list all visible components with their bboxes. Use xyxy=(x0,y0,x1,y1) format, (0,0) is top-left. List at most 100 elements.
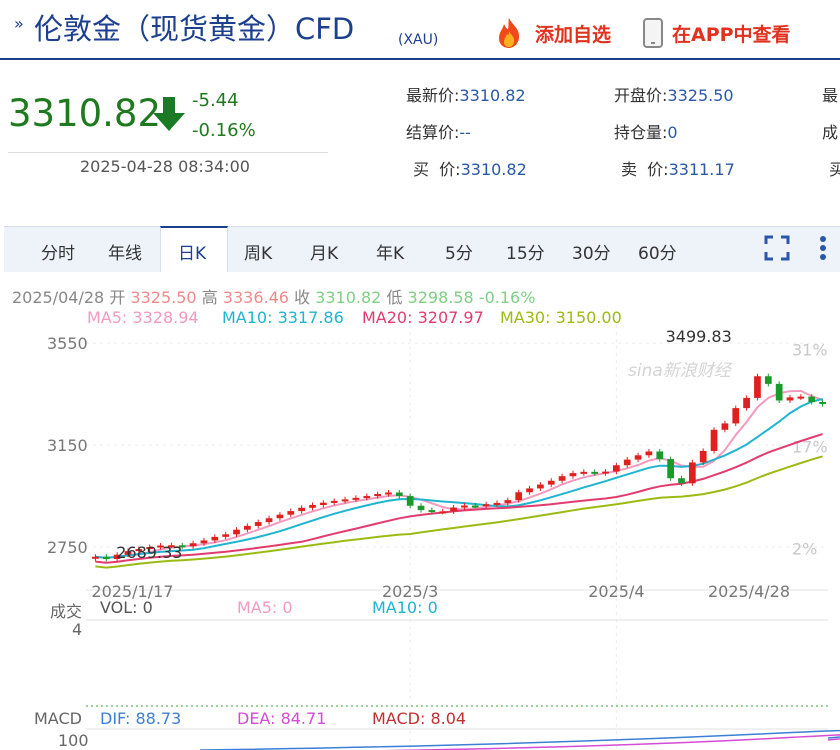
candle xyxy=(276,514,284,519)
candle xyxy=(634,455,642,460)
candle xyxy=(526,488,533,493)
candle xyxy=(309,504,316,508)
candle xyxy=(710,429,718,451)
min-price-label: 2689.33 xyxy=(116,543,182,562)
candle xyxy=(591,471,599,474)
candle xyxy=(200,540,208,544)
candle xyxy=(352,497,360,500)
candle xyxy=(92,556,99,559)
candle xyxy=(504,500,512,503)
price-change-percent: -0.16% xyxy=(192,120,256,141)
price-change: -5.44 xyxy=(192,90,239,111)
candle xyxy=(819,401,826,405)
candle xyxy=(743,397,750,409)
ma10-line xyxy=(95,398,823,559)
candle xyxy=(558,476,566,481)
tab-yearline[interactable]: 年线 xyxy=(108,239,142,264)
page-title: 伦敦金（现货黄金）CFD xyxy=(34,12,355,46)
quote-field: 卖 价:3311.17 xyxy=(621,160,735,179)
candle xyxy=(515,492,523,501)
tab-30min[interactable]: 30分 xyxy=(572,239,611,264)
candle xyxy=(298,507,305,512)
candle xyxy=(797,396,805,399)
quote-field: 持仓量:0 xyxy=(614,123,678,142)
candle xyxy=(222,534,230,537)
tab-monthly-k[interactable]: 月K xyxy=(310,239,338,264)
candle xyxy=(265,518,273,523)
quote-field: 开盘价:3325.50 xyxy=(614,86,734,105)
title-chevron-icon: » xyxy=(14,14,24,33)
candle xyxy=(623,459,631,466)
quote-field: 结算价:-- xyxy=(406,123,471,142)
y-tick-label: 2750 xyxy=(47,538,88,557)
fullscreen-icon[interactable] xyxy=(764,235,790,261)
tab-yearly-k[interactable]: 年K xyxy=(376,239,404,264)
tab-60min[interactable]: 60分 xyxy=(638,239,677,264)
pct-tick-label: 17% xyxy=(792,437,828,456)
candle xyxy=(602,471,609,474)
macd-dea-legend: DEA: 84.71 xyxy=(237,709,327,728)
down-arrow-icon xyxy=(153,97,185,131)
view-in-app-button[interactable]: 在APP中查看 xyxy=(672,20,791,47)
tab-intraday[interactable]: 分时 xyxy=(41,239,75,264)
y-tick-label: 3150 xyxy=(47,436,88,455)
tab-5min[interactable]: 5分 xyxy=(445,239,473,264)
candle xyxy=(374,494,381,497)
symbol-code: (XAU) xyxy=(398,32,439,48)
macd-dif-legend: DIF: 88.73 xyxy=(100,709,182,728)
candle xyxy=(406,496,414,506)
quote-field: 买 xyxy=(829,160,840,179)
candle xyxy=(482,504,490,507)
x-tick-label: 2025/4/28 xyxy=(708,582,790,601)
candle xyxy=(233,529,240,535)
y-tick-label: 3550 xyxy=(47,334,88,353)
candle xyxy=(493,502,501,505)
candle xyxy=(254,522,262,526)
candle xyxy=(363,496,371,499)
ma30-line xyxy=(95,455,823,569)
candle xyxy=(775,383,783,401)
macd-label: MACD xyxy=(34,709,82,728)
add-watchlist-button[interactable]: 添加自选 xyxy=(535,20,611,47)
tab-weekly-k[interactable]: 周K xyxy=(244,239,272,264)
candle xyxy=(732,408,740,424)
candle xyxy=(211,536,219,541)
candle xyxy=(287,511,295,515)
candlestick-chart[interactable]: 35503150275031%17%2%2025/1/17 2025/3 2025/… xyxy=(0,320,840,750)
candle xyxy=(341,499,349,502)
candle xyxy=(721,423,729,430)
candle xyxy=(580,471,588,474)
candle xyxy=(450,507,457,512)
volume-y-tick: 4 xyxy=(72,620,83,639)
divider xyxy=(8,152,328,153)
candle xyxy=(417,505,425,511)
vol-ma10-legend: MA10: 0 xyxy=(372,598,438,617)
candle xyxy=(189,543,197,547)
candle xyxy=(395,492,403,497)
macd-value-legend: MACD: 8.04 xyxy=(372,709,467,728)
candle xyxy=(102,556,110,560)
candle xyxy=(428,510,436,513)
quote-time: 2025-04-28 08:34:00 xyxy=(80,157,250,176)
candle xyxy=(537,484,544,489)
candle xyxy=(656,451,664,460)
candle xyxy=(613,465,620,472)
candle xyxy=(667,459,674,479)
vol-legend: VOL: 0 xyxy=(100,598,153,617)
ohlc-info: 2025/04/28 开 3325.50 高 3336.46 收 3310.82… xyxy=(12,288,536,307)
candle xyxy=(461,505,468,508)
fire-icon xyxy=(499,18,520,48)
candle xyxy=(547,480,555,485)
x-tick-label: 2025/4 xyxy=(588,582,644,601)
quote-field: 成 xyxy=(822,123,839,142)
pct-tick-label: 2% xyxy=(792,539,817,558)
quote-field: 最新价:3310.82 xyxy=(406,86,526,105)
menu-icon[interactable] xyxy=(812,235,834,261)
pct-tick-label: 31% xyxy=(792,340,828,359)
tab-15min[interactable]: 15分 xyxy=(506,239,545,264)
tab-daily-k[interactable]: 日K xyxy=(178,239,206,264)
candle xyxy=(699,450,707,463)
volume-label: 成交 xyxy=(50,602,83,621)
last-price: 3310.82 xyxy=(8,92,162,135)
candle xyxy=(808,396,816,402)
